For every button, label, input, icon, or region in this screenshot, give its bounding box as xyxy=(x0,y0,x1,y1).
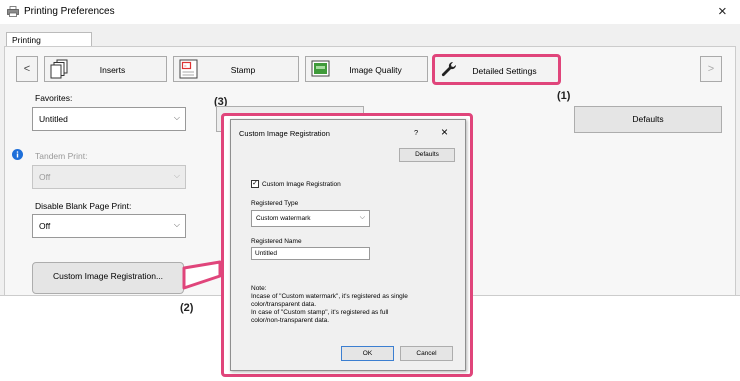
disable-blank-page-value: Off xyxy=(39,221,51,231)
custom-image-registration-dialog: Custom Image Registration ? × Defaults ✓… xyxy=(230,119,466,371)
stamp-button[interactable]: = Stamp xyxy=(173,56,299,82)
callout-1: (1) xyxy=(557,90,571,102)
custom-image-registration-checkbox-label: Custom Image Registration xyxy=(262,181,341,188)
defaults-button[interactable]: Defaults xyxy=(574,106,722,133)
dialog-help-button[interactable]: ? xyxy=(414,128,418,137)
registered-name-label: Registered Name xyxy=(251,238,302,245)
disable-blank-page-label: Disable Blank Page Print: xyxy=(35,201,132,211)
image-quality-label: Image Quality xyxy=(349,65,402,75)
tab-printing-preferences[interactable]: Printing Preferences xyxy=(6,32,92,55)
detailed-settings-label: Detailed Settings xyxy=(472,66,537,76)
note-line: Note: xyxy=(251,285,267,292)
registered-type-label: Registered Type xyxy=(251,200,299,207)
dialog-note: Note: Incase of "Custom watermark", it's… xyxy=(251,285,461,325)
inserts-label: Inserts xyxy=(99,65,126,75)
note-line: color/non-transparent data. xyxy=(251,317,330,324)
registered-name-input[interactable]: Untitled xyxy=(251,247,370,260)
tandem-print-value: Off xyxy=(39,172,51,182)
registered-name-value: Untitled xyxy=(255,250,278,257)
image-quality-button[interactable]: Image Quality xyxy=(305,56,428,82)
inserts-button[interactable]: Inserts xyxy=(44,56,167,82)
dialog-ok-button[interactable]: OK xyxy=(341,346,394,361)
dialog-close-button[interactable]: × xyxy=(441,125,448,139)
info-icon xyxy=(12,149,23,160)
note-line: color/transparent data. xyxy=(251,301,317,308)
disable-blank-page-select[interactable]: Off ⌵ xyxy=(32,214,186,238)
dialog-defaults-button[interactable]: Defaults xyxy=(399,148,455,162)
custom-image-registration-checkbox[interactable]: ✓ xyxy=(251,180,259,188)
dialog-cancel-button[interactable]: Cancel xyxy=(400,346,453,361)
callout-2: (2) xyxy=(180,302,194,314)
window-close-button[interactable]: × xyxy=(718,3,727,20)
stamp-label: Stamp xyxy=(230,65,256,75)
tandem-print-label: Tandem Print: xyxy=(35,151,88,161)
tandem-print-select[interactable]: Off ⌵ xyxy=(32,165,186,189)
chevron-down-icon: ⌵ xyxy=(359,214,365,221)
toolbar-next-button[interactable]: > xyxy=(700,56,722,82)
registered-type-select[interactable]: Custom watermark ⌵ xyxy=(251,210,370,227)
registered-type-value: Custom watermark xyxy=(256,215,311,222)
toolbar-prev-button[interactable]: < xyxy=(16,56,38,82)
note-line: Incase of "Custom watermark", it's regis… xyxy=(251,293,408,300)
window-title: Printing Preferences xyxy=(24,6,115,17)
note-line: In case of "Custom stamp", it's register… xyxy=(251,309,389,316)
favorites-label: Favorites: xyxy=(35,93,73,103)
chevron-down-icon: ⌵ xyxy=(173,171,180,180)
favorites-value: Untitled xyxy=(39,114,68,124)
printer-icon xyxy=(7,6,19,17)
title-bar: Printing Preferences × xyxy=(0,0,740,24)
custom-image-registration-button[interactable]: Custom Image Registration... xyxy=(32,262,184,294)
dialog-title: Custom Image Registration xyxy=(239,129,330,138)
detailed-settings-button[interactable]: Detailed Settings xyxy=(432,54,561,85)
chevron-down-icon: ⌵ xyxy=(173,113,180,122)
favorites-select[interactable]: Untitled ⌵ xyxy=(32,107,186,131)
chevron-down-icon: ⌵ xyxy=(173,220,180,229)
